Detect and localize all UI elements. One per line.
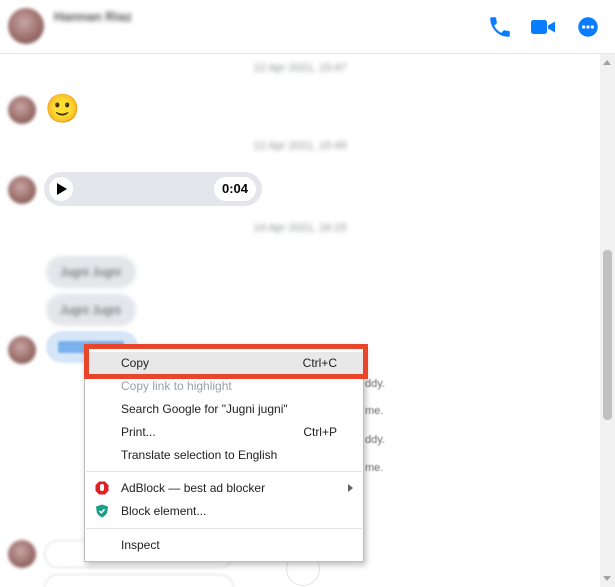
date-separator: 12 Apr 2021, 15:47 — [253, 62, 347, 74]
menu-item-label: Print... — [121, 425, 156, 439]
phone-icon[interactable] — [487, 14, 513, 40]
menu-item-label: AdBlock — best ad blocker — [121, 481, 266, 495]
side-message-text: me. — [365, 405, 384, 417]
menu-item-adblock[interactable]: AdBlock — best ad blocker — [85, 477, 363, 499]
chat-header: Hannan Riaz — [0, 0, 615, 54]
menu-item-label: Search Google for "Jugni jugni" — [121, 402, 288, 416]
side-message-text: ddy. — [365, 434, 385, 446]
menu-item-translate[interactable]: Translate selection to English — [85, 444, 363, 466]
sender-avatar[interactable] — [8, 96, 36, 124]
message-input[interactable] — [44, 574, 234, 587]
contact-name[interactable]: Hannan Riaz — [54, 9, 132, 24]
menu-item-label: Translate selection to English — [121, 448, 278, 462]
message-text: Jugni Jugni — [60, 265, 121, 279]
scroll-up-arrow-icon[interactable] — [603, 60, 611, 65]
sender-avatar[interactable] — [8, 336, 36, 364]
sender-avatar[interactable] — [8, 540, 36, 568]
scrollbar-thumb[interactable] — [603, 250, 612, 420]
menu-item-label: Copy link to highlight — [121, 379, 232, 393]
play-icon[interactable] — [49, 177, 73, 201]
menu-item-label: Block element... — [121, 504, 207, 518]
shield-icon — [96, 504, 108, 518]
menu-item-shortcut: Ctrl+P — [303, 425, 337, 439]
menu-divider — [86, 471, 362, 472]
sender-avatar[interactable] — [8, 176, 36, 204]
submenu-arrow-icon — [348, 484, 353, 492]
text-message[interactable]: Jugni Jugni — [46, 256, 136, 288]
side-message-text: ddy. — [365, 378, 385, 390]
adblock-icon — [95, 481, 109, 495]
scrollbar[interactable] — [600, 54, 615, 587]
menu-item-label: Inspect — [121, 538, 160, 552]
date-separator: 14 Apr 2021, 16:15 — [253, 222, 347, 234]
more-options-icon[interactable] — [575, 14, 601, 40]
menu-item-block-element[interactable]: Block element... — [85, 500, 363, 522]
contact-avatar[interactable] — [8, 8, 44, 44]
menu-divider — [86, 528, 362, 529]
audio-duration: 0:04 — [213, 177, 256, 201]
emoji-message[interactable]: 🙂 — [45, 92, 80, 126]
audio-message[interactable]: 0:04 — [44, 172, 262, 206]
menu-item-search-google[interactable]: Search Google for "Jugni jugni" — [85, 398, 363, 420]
menu-item-print[interactable]: Print... Ctrl+P — [85, 421, 363, 443]
date-separator: 12 Apr 2021, 15:49 — [253, 140, 347, 152]
text-message[interactable]: Jugni Jugni — [46, 294, 136, 326]
video-camera-icon[interactable] — [530, 14, 556, 40]
scroll-down-arrow-icon[interactable] — [603, 576, 611, 581]
side-message-text: me. — [365, 462, 384, 474]
menu-item-inspect[interactable]: Inspect — [85, 534, 363, 556]
highlight-box — [84, 344, 368, 379]
message-text: Jugni Jugni — [60, 303, 121, 317]
